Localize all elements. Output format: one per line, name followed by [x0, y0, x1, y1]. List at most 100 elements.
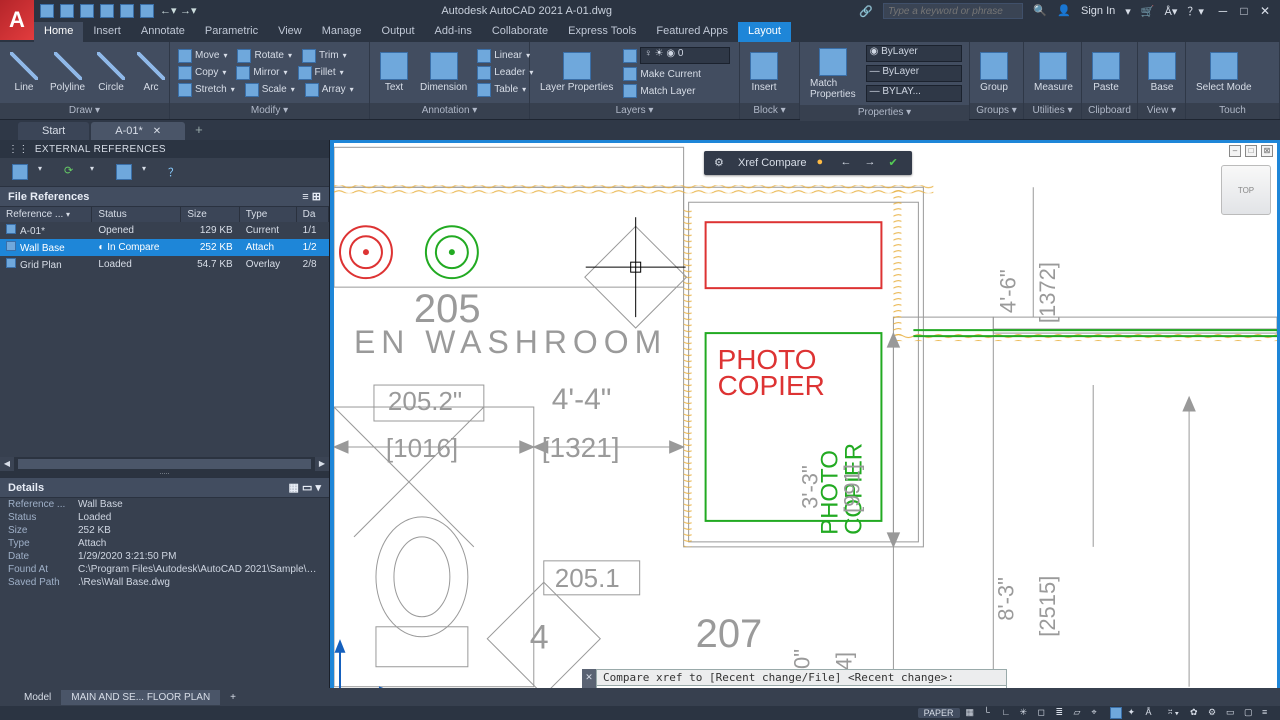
file-references-header[interactable]: File References ≡ ⊞ [0, 186, 329, 207]
scale-dd[interactable]: ⎶ ▾ [1164, 708, 1185, 719]
scroll-thumb[interactable] [18, 459, 311, 469]
snap-icon[interactable]: └ [984, 707, 996, 719]
match-properties-button[interactable]: Match Properties [806, 46, 860, 102]
tab-layout-active[interactable]: MAIN AND SE... FLOOR PLAN [61, 690, 220, 705]
details-header[interactable]: Details ▦ ▭ ▾ [0, 477, 329, 498]
scroll-right-icon[interactable]: ▶ [315, 457, 329, 471]
minimize-icon[interactable]: ─ [1214, 4, 1232, 18]
cart-icon[interactable]: 🛒 [1141, 5, 1155, 18]
insert-button[interactable]: Insert [746, 50, 782, 95]
selectmode-button[interactable]: Select Mode [1192, 50, 1256, 95]
user-icon[interactable]: 👤 [1057, 4, 1071, 18]
array-button[interactable]: Array▾ [303, 82, 356, 98]
dd-icon[interactable]: ▾ [315, 482, 321, 494]
tab-close-icon[interactable]: ✕ [153, 126, 161, 137]
xref-row[interactable]: A-01*Opened129 KBCurrent1/1 [0, 222, 329, 239]
custom-icon[interactable]: ≡ [1262, 707, 1274, 719]
xref-row[interactable]: Grid PlanLoaded54.7 KBOverlay2/8 [0, 256, 329, 273]
scale-button[interactable]: Scale▾ [243, 82, 297, 98]
search-icon[interactable]: 🔍 [1033, 4, 1047, 18]
panel-label[interactable]: Groups ▾ [970, 103, 1023, 119]
ribbon-tab-manage[interactable]: Manage [312, 22, 372, 42]
qs-icon[interactable]: ⌖ [1092, 707, 1104, 719]
help2-icon[interactable]: ？ [168, 164, 184, 180]
table-button[interactable]: Table ▾ [475, 82, 535, 98]
ws-icon[interactable]: ✿ [1190, 707, 1202, 719]
help-icon[interactable]: ？▾ [1187, 3, 1204, 19]
polar-icon[interactable]: ✳ [1020, 707, 1032, 719]
mirror-button[interactable]: Mirror▾ [234, 65, 289, 81]
osnap-icon[interactable]: ◻ [1038, 707, 1050, 719]
panel-label[interactable]: Annotation ▾ [370, 103, 529, 119]
panel-label[interactable]: Modify ▾ [170, 103, 369, 119]
leader-button[interactable]: Leader ▾ [475, 65, 535, 81]
dd-icon[interactable]: ▾ [90, 164, 106, 180]
iso-icon[interactable]: ▭ [1226, 707, 1238, 719]
close-icon[interactable]: ✕ [1256, 4, 1274, 18]
hscrollbar[interactable]: ◀ ▶ [0, 457, 329, 471]
make-current-button[interactable]: Make Current [621, 66, 732, 82]
xref-row[interactable]: Wall Base◐ In Compare252 KBAttach1/2 [0, 239, 329, 256]
ribbon-tab-home[interactable]: Home [34, 22, 83, 42]
move-button[interactable]: Move▾ [176, 48, 229, 64]
paste-button[interactable]: Paste [1088, 50, 1124, 95]
vis-icon[interactable]: ✦ [1128, 707, 1140, 719]
measure-button[interactable]: Measure [1030, 50, 1077, 95]
panel-label[interactable]: Block ▾ [740, 103, 799, 119]
ribbon-tab-express-tools[interactable]: Express Tools [558, 22, 646, 42]
new-tab-button[interactable]: + [187, 119, 211, 140]
maximize-icon[interactable]: □ [1235, 4, 1253, 18]
preview-icon[interactable]: ▭ [302, 482, 312, 494]
group-button[interactable]: Group [976, 50, 1012, 95]
ribbon-tab-annotate[interactable]: Annotate [131, 22, 195, 42]
palette-header[interactable]: ⋮⋮ EXTERNAL REFERENCES [0, 140, 329, 158]
ribbon-tab-add-ins[interactable]: Add-ins [425, 22, 482, 42]
annoscale-icon[interactable] [1110, 707, 1122, 719]
text-button[interactable]: Text [376, 50, 412, 95]
tab-a01[interactable]: A-01*✕ [91, 122, 185, 140]
panel-label[interactable]: View ▾ [1138, 103, 1185, 119]
layer-combo[interactable]: ♀ ☀ ◉ 0 [621, 46, 732, 65]
copy-button[interactable]: Copy▾ [176, 65, 228, 81]
trans-icon[interactable]: ▱ [1074, 707, 1086, 719]
gear2-icon[interactable]: ⚙ [1208, 707, 1220, 719]
ribbon-tab-output[interactable]: Output [372, 22, 425, 42]
tree-icon[interactable] [116, 164, 132, 180]
ribbon-tab-insert[interactable]: Insert [83, 22, 131, 42]
clean-icon[interactable]: ▢ [1244, 707, 1256, 719]
scroll-left-icon[interactable]: ◀ [0, 457, 14, 471]
undo-arrow-icon[interactable]: ←▾ [160, 4, 174, 18]
rotate-button[interactable]: Rotate▾ [235, 48, 293, 64]
app-store-icon[interactable]: Å▾ [1164, 5, 1177, 18]
dimension-button[interactable]: Dimension [416, 50, 471, 95]
grid-icon[interactable]: ▦ [966, 707, 978, 719]
ribbon-tab-collaborate[interactable]: Collaborate [482, 22, 558, 42]
panel-label[interactable]: Layers ▾ [530, 103, 739, 119]
app-logo[interactable]: A [0, 0, 34, 40]
ortho-icon[interactable]: ∟ [1002, 707, 1014, 719]
new-icon[interactable] [40, 4, 54, 18]
refresh-icon[interactable]: ⟳ [64, 164, 80, 180]
panel-label[interactable]: Utilities ▾ [1024, 103, 1081, 119]
undo-icon[interactable] [140, 4, 154, 18]
help-search-input[interactable] [883, 3, 1023, 19]
open-icon[interactable] [60, 4, 74, 18]
palette-grip-icon[interactable]: ⋮⋮ [8, 144, 29, 155]
prop-combo-2[interactable]: — BYLAY... [864, 84, 964, 103]
attach-icon[interactable] [12, 164, 28, 180]
listview-icon[interactable]: ≡ [302, 191, 308, 203]
arc-button[interactable]: Arc [133, 50, 169, 95]
save-icon[interactable] [80, 4, 94, 18]
details-view-icon[interactable]: ▦ [289, 482, 299, 494]
base-button[interactable]: Base [1144, 50, 1180, 95]
drawing-canvas[interactable]: – □ ⊠ TOP ⚙ Xref Compare ● ← → ✔ [330, 140, 1280, 706]
ribbon-tab-featured-apps[interactable]: Featured Apps [646, 22, 738, 42]
treeview-icon[interactable]: ⊞ [312, 191, 321, 203]
saveas-icon[interactable] [100, 4, 114, 18]
add-layout-button[interactable]: + [220, 690, 246, 705]
plot-icon[interactable] [120, 4, 134, 18]
tab-model[interactable]: Model [14, 690, 61, 705]
a1-icon[interactable]: Å [1146, 707, 1158, 719]
prop-combo-1[interactable]: — ByLayer [864, 64, 964, 83]
ribbon-tab-parametric[interactable]: Parametric [195, 22, 268, 42]
